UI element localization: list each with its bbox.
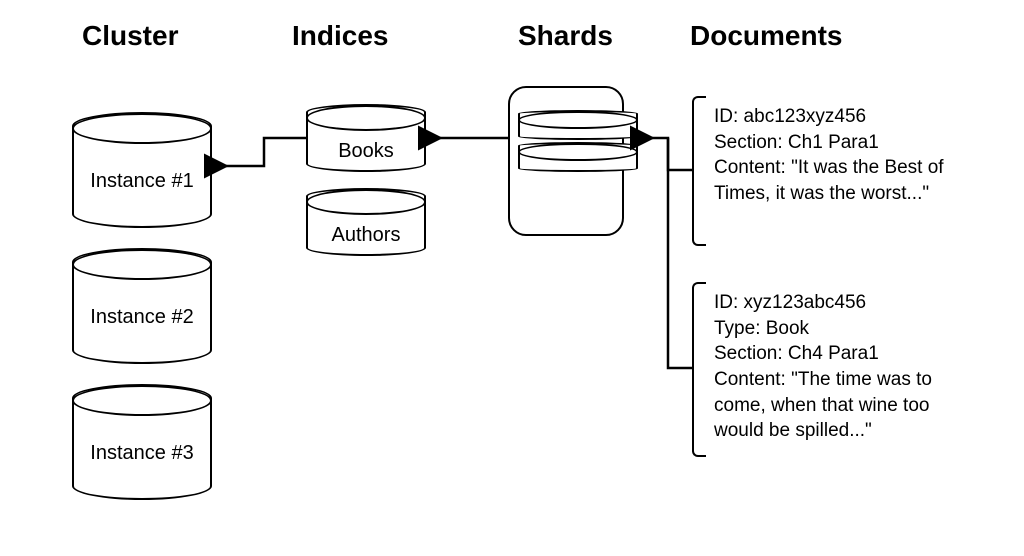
bracket-icon (692, 96, 706, 246)
cluster-instance-1-label: Instance #1 (74, 170, 210, 193)
cluster-instance-3: Instance #3 (72, 384, 212, 500)
bracket-icon (692, 282, 706, 457)
shard-disk-2 (518, 142, 638, 172)
doc2-id: ID: xyz123abc456 (714, 290, 956, 316)
heading-documents: Documents (690, 20, 842, 52)
index-authors: Authors (306, 188, 426, 256)
cluster-instance-2: Instance #2 (72, 248, 212, 364)
doc2-section: Section: Ch4 Para1 (714, 341, 956, 367)
document-1: ID: abc123xyz456 Section: Ch1 Para1 Cont… (700, 96, 960, 246)
doc1-content: Content: "It was the Best of Times, it w… (714, 155, 956, 206)
heading-shards: Shards (518, 20, 613, 52)
doc1-id: ID: abc123xyz456 (714, 104, 956, 130)
doc2-content: Content: "The time was to come, when tha… (714, 367, 956, 444)
document-2: ID: xyz123abc456 Type: Book Section: Ch4… (700, 282, 960, 457)
heading-cluster: Cluster (82, 20, 178, 52)
shard-disk-1 (518, 110, 638, 140)
doc2-type: Type: Book (714, 316, 956, 342)
cluster-instance-3-label: Instance #3 (74, 442, 210, 465)
cluster-instance-1: Instance #1 (72, 112, 212, 228)
index-books-label: Books (308, 140, 424, 163)
index-books: Books (306, 104, 426, 172)
heading-indices: Indices (292, 20, 388, 52)
doc1-section: Section: Ch1 Para1 (714, 130, 956, 156)
cluster-instance-2-label: Instance #2 (74, 306, 210, 329)
index-authors-label: Authors (308, 224, 424, 247)
